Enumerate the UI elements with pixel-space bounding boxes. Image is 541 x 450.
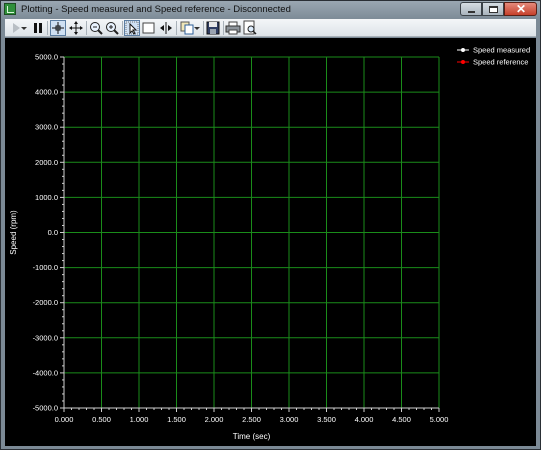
maximize-icon [489,6,498,13]
y-tick-label: 0.0 [48,228,58,237]
y-tick-label: -1000.0 [33,263,58,272]
x-tick-label: 1.000 [130,415,149,424]
y-tick-label: 4000.0 [35,88,58,97]
minimize-button[interactable] [460,2,482,16]
x-tick-label: 0.000 [55,415,74,424]
legend-label: Speed reference [473,58,528,67]
x-tick-label: 5.000 [430,415,449,424]
toolbar-separator [122,21,123,35]
minimize-icon [468,11,475,13]
pause-icon[interactable] [30,20,46,36]
box-select-icon[interactable] [141,20,157,36]
title-bar[interactable]: Plotting - Speed measured and Speed refe… [1,1,540,19]
fit-width-icon[interactable] [158,20,174,36]
app-icon [4,3,16,15]
dropdown-arrow-icon[interactable] [193,20,201,36]
print-icon[interactable] [225,20,241,36]
crosshair-icon[interactable] [50,20,66,36]
plotting-window: Plotting - Speed measured and Speed refe… [0,0,541,450]
toolbar-separator [47,21,48,35]
x-tick-label: 2.000 [205,415,224,424]
y-tick-label: 3000.0 [35,123,58,132]
toolbar [5,19,536,37]
y-tick-label: -3000.0 [33,333,58,342]
speed-chart[interactable]: 0.000 0.500 1.000 1.500 2.000 2.500 3.000 3.500… [5,38,536,446]
zoom-out-icon[interactable] [88,20,104,36]
y-tick-label: 2000.0 [35,158,58,167]
y-tick-label: -4000.0 [33,368,58,377]
pan-icon[interactable] [68,20,84,36]
toolbar-separator [223,21,224,35]
save-icon[interactable] [205,20,221,36]
y-tick-label: -5000.0 [33,404,58,413]
y-tick-label: -2000.0 [33,298,58,307]
x-tick-label: 4.500 [392,415,411,424]
x-tick-label: 0.500 [92,415,111,424]
y-tick-label: 1000.0 [35,193,58,202]
legend-label: Speed measured [473,46,530,55]
y-axis-label: Speed (rpm) [9,210,18,255]
x-tick-label: 1.500 [167,415,186,424]
dropdown-arrow-icon[interactable] [20,20,28,36]
close-button[interactable]: ✕ [504,2,537,16]
pointer-select-icon[interactable] [124,20,140,36]
x-tick-label: 2.500 [242,415,261,424]
legend-marker [461,60,465,64]
window-title: Plotting - Speed measured and Speed refe… [21,4,291,15]
plot-area[interactable]: 0.000 0.500 1.000 1.500 2.000 2.500 3.000 3.500… [5,38,536,446]
close-icon: ✕ [516,2,527,16]
maximize-button[interactable] [482,2,504,16]
x-tick-label: 4.000 [355,415,374,424]
x-tick-label: 3.000 [280,415,299,424]
toolbar-separator [86,21,87,35]
zoom-in-icon[interactable] [104,20,120,36]
print-preview-icon[interactable] [242,20,258,36]
x-tick-label: 3.500 [317,415,336,424]
toolbar-separator [176,21,177,35]
legend-marker [461,48,465,52]
y-tick-label: 5000.0 [35,53,58,62]
toolbar-separator [203,21,204,35]
x-axis-label: Time (sec) [233,432,271,441]
